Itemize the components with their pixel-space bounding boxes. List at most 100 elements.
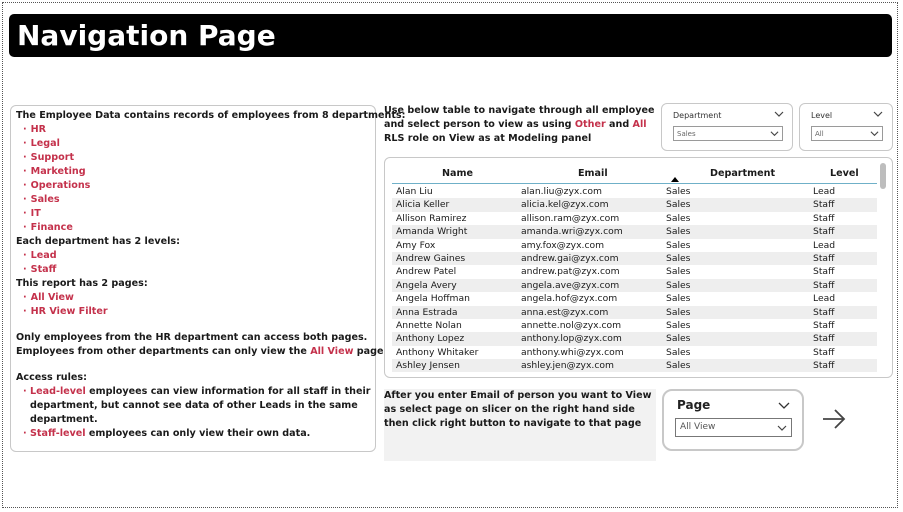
page-header: Navigation Page <box>9 14 892 57</box>
cell-level: Staff <box>813 226 835 238</box>
cell-name: Andrew Gaines <box>396 252 466 264</box>
sort-ascending-icon <box>671 177 679 182</box>
cell-name: Alan Liu <box>396 186 433 197</box>
cell-name: Ashley Jensen <box>396 360 460 372</box>
table-row[interactable]: Angela Avery angela.ave@zyx.com Sales Staff <box>392 278 877 293</box>
chevron-down-icon <box>777 425 787 431</box>
level-slicer-title: Level <box>811 111 833 120</box>
cell-email: annette.nol@zyx.com <box>521 319 622 331</box>
table-row[interactable]: Allison Ramirez allison.ram@zyx.com Sales S… <box>392 212 877 225</box>
page-title: Navigation Page <box>17 19 276 52</box>
cell-department: Sales <box>666 266 691 278</box>
department-item: · IT <box>23 208 41 219</box>
employee-table: Name Email Department Level Alan Liu alan… <box>384 157 893 378</box>
cell-department: Sales <box>666 293 691 305</box>
chevron-down-icon[interactable] <box>774 109 784 119</box>
cell-department: Sales <box>666 252 691 264</box>
department-list: · HR · Legal · Support · Marketing · Operations · S… <box>16 123 371 235</box>
access-rule-staff: · Staff-level employees can only view the… <box>23 428 311 439</box>
cell-department: Sales <box>666 319 691 331</box>
table-row[interactable]: Amanda Wright amanda.wri@zyx.com Sales Staf… <box>392 225 877 239</box>
table-row[interactable]: Angela Hoffman angela.hof@zyx.com Sales Lea… <box>392 292 877 305</box>
page-list: · All View · HR View Filter <box>16 291 371 319</box>
cell-name: Amy Fox <box>396 239 436 251</box>
department-item: · Sales <box>23 194 60 205</box>
cell-email: anthony.whi@zyx.com <box>521 346 624 358</box>
cell-level: Lead <box>813 186 836 197</box>
cell-name: Angela Avery <box>396 279 457 291</box>
cell-email: andrew.pat@zyx.com <box>521 266 620 278</box>
cell-email: anthony.lop@zyx.com <box>521 333 622 345</box>
cell-level: Staff <box>813 199 835 211</box>
report-page-item: · HR View Filter <box>23 306 108 317</box>
department-item: · HR <box>23 124 47 135</box>
hr-note-1: Only employees from the HR department ca… <box>16 332 368 343</box>
department-item: · Support <box>23 152 75 163</box>
page-slicer[interactable]: Page All View <box>662 389 804 451</box>
access-rule-lead: · Lead-level employees can view informati… <box>23 386 371 425</box>
department-item: · Operations <box>23 180 91 191</box>
chevron-down-icon <box>770 131 779 137</box>
level-dropdown[interactable]: All <box>811 126 883 141</box>
cell-email: amy.fox@zyx.com <box>521 239 605 251</box>
table-row[interactable]: Alan Liu alan.liu@zyx.com Sales Lead <box>392 185 877 198</box>
cell-level: Staff <box>813 333 835 345</box>
cell-level: Staff <box>813 212 835 224</box>
department-slicer-title: Department <box>673 111 722 120</box>
department-dropdown[interactable]: Sales <box>673 126 783 141</box>
cell-department: Sales <box>666 186 691 197</box>
cell-name: Anthony Whitaker <box>396 346 479 358</box>
navigation-instructions: After you enter Email of person you want… <box>384 389 656 461</box>
cell-level: Staff <box>813 306 835 318</box>
arrow-right-icon[interactable] <box>820 405 848 433</box>
page-dropdown[interactable]: All View <box>675 418 792 437</box>
cell-level: Staff <box>813 319 835 331</box>
cell-name: Allison Ramirez <box>396 212 467 224</box>
cell-level: Lead <box>813 239 836 251</box>
chevron-down-icon[interactable] <box>778 399 790 411</box>
table-row[interactable]: Andrew Patel andrew.pat@zyx.com Sales Staff <box>392 265 877 278</box>
pages-intro: This report has 2 pages: <box>16 278 148 289</box>
cell-email: amanda.wri@zyx.com <box>521 226 623 238</box>
table-row[interactable]: Alicia Keller alicia.kel@zyx.com Sales Staf… <box>392 198 877 212</box>
table-row[interactable]: Annette Nolan annette.nol@zyx.com Sales Sta… <box>392 319 877 332</box>
cell-name: Andrew Patel <box>396 266 457 278</box>
department-slicer[interactable]: Department Sales <box>661 103 793 151</box>
cell-name: Angela Hoffman <box>396 293 470 305</box>
table-row[interactable]: Amy Fox amy.fox@zyx.com Sales Lead <box>392 239 877 252</box>
report-page-item: · All View <box>23 292 74 303</box>
table-scrollbar[interactable] <box>880 163 886 189</box>
table-row[interactable]: Anthony Whitaker anthony.whi@zyx.com Sales… <box>392 346 877 359</box>
level-slicer[interactable]: Level All <box>799 103 893 151</box>
table-instructions: Use below table to navigate through all … <box>384 105 655 144</box>
cell-email: ashley.jen@zyx.com <box>521 360 614 372</box>
column-header-level[interactable]: Level <box>830 168 859 179</box>
cell-department: Sales <box>666 360 691 372</box>
cell-email: alicia.kel@zyx.com <box>521 199 609 211</box>
table-row[interactable]: Ashley Jensen ashley.jen@zyx.com Sales Staf… <box>392 359 877 373</box>
cell-level: Staff <box>813 360 835 372</box>
cell-level: Staff <box>813 346 835 358</box>
column-header-email[interactable]: Email <box>578 168 608 179</box>
chevron-down-icon[interactable] <box>873 109 883 119</box>
cell-email: anna.est@zyx.com <box>521 306 609 318</box>
levels-intro: Each department has 2 levels: <box>16 236 180 247</box>
level-item: · Staff <box>23 264 57 275</box>
cell-name: Amanda Wright <box>396 226 468 238</box>
column-header-name[interactable]: Name <box>442 168 473 179</box>
cell-department: Sales <box>666 226 691 238</box>
cell-email: allison.ram@zyx.com <box>521 212 620 224</box>
table-row[interactable]: Andrew Gaines andrew.gai@zyx.com Sales Staf… <box>392 251 877 266</box>
cell-department: Sales <box>666 212 691 224</box>
column-header-department[interactable]: Department <box>710 168 775 179</box>
level-item: · Lead <box>23 250 57 261</box>
department-item: · Finance <box>23 222 73 233</box>
table-row[interactable]: Anthony Lopez anthony.lop@zyx.com Sales Sta… <box>392 332 877 346</box>
cell-department: Sales <box>666 333 691 345</box>
table-row[interactable]: Anna Estrada anna.est@zyx.com Sales Staff <box>392 305 877 319</box>
hr-note-2: Employees from other departments can onl… <box>16 346 388 357</box>
info-panel: The Employee Data contains records of em… <box>10 105 405 452</box>
cell-department: Sales <box>666 279 691 291</box>
header-divider <box>392 183 877 184</box>
cell-name: Alicia Keller <box>396 199 450 211</box>
